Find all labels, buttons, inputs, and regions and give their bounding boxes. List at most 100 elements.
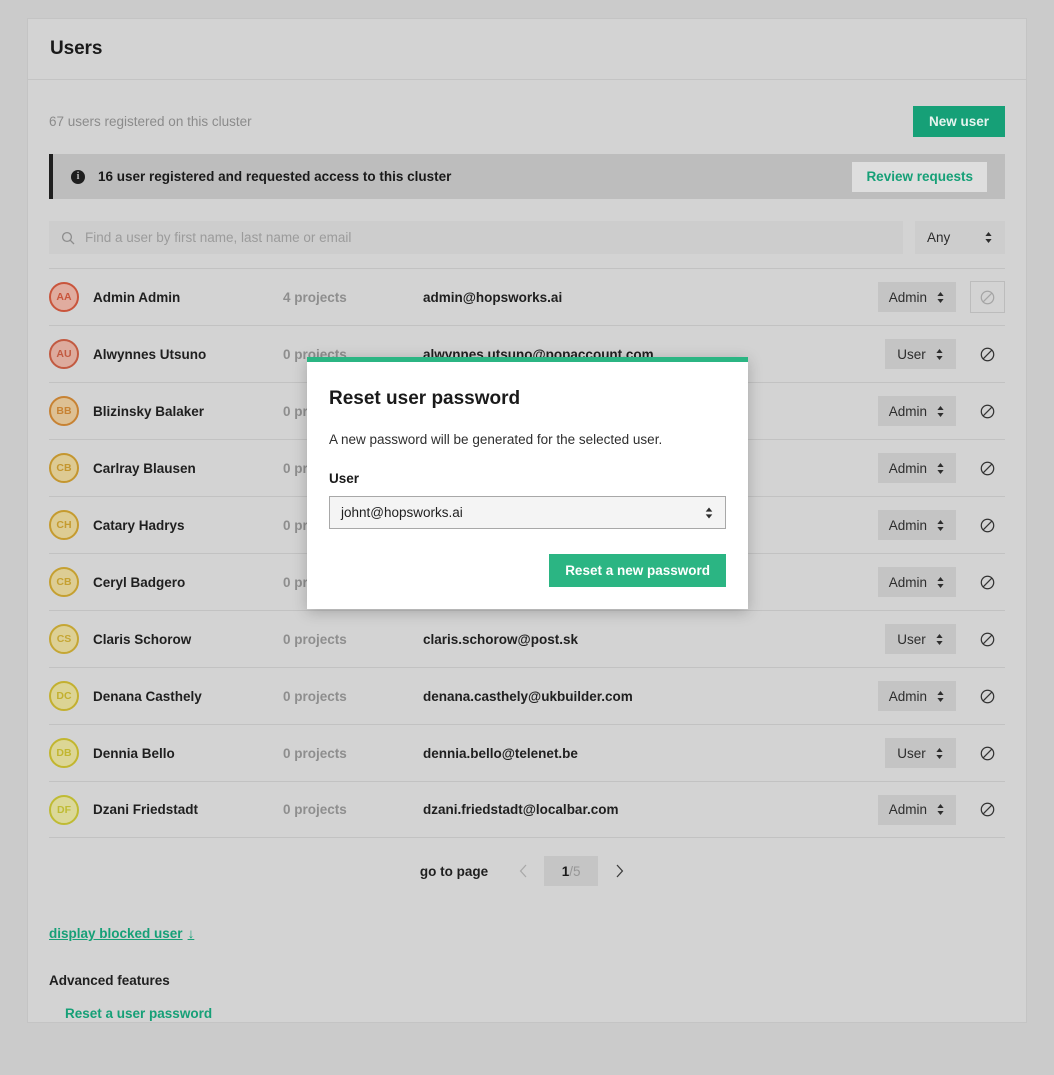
reset-password-modal: Reset user password A new password will … xyxy=(307,357,748,609)
new-user-button[interactable]: New user xyxy=(913,106,1005,137)
access-requests-banner: i 16 user registered and requested acces… xyxy=(49,154,1005,199)
avatar: AA xyxy=(49,282,79,312)
search-icon xyxy=(61,231,75,245)
role-filter-select[interactable]: Any xyxy=(915,221,1005,254)
block-user-button[interactable] xyxy=(970,281,1005,313)
modal-actions: Reset a new password xyxy=(329,554,726,587)
user-projects-count: 0 projects xyxy=(283,632,423,647)
stepper-icon xyxy=(935,348,944,361)
table-row: DBDennia Bello0 projectsdennia.bello@tel… xyxy=(49,724,1005,781)
user-projects-count: 0 projects xyxy=(283,802,423,817)
user-role-select[interactable]: Admin xyxy=(878,282,956,312)
stepper-icon xyxy=(936,576,945,589)
avatar-initials: CH xyxy=(56,519,71,531)
user-name: Claris Schorow xyxy=(93,632,283,647)
footer-section: display blocked user ↓ Advanced features… xyxy=(49,904,1005,1023)
user-role-select[interactable]: User xyxy=(885,624,956,654)
user-projects-count: 0 projects xyxy=(283,689,423,704)
avatar: CB xyxy=(49,567,79,597)
block-user-button[interactable] xyxy=(970,452,1005,484)
stepper-icon xyxy=(936,405,945,418)
user-name: Admin Admin xyxy=(93,290,283,305)
next-page-button[interactable] xyxy=(604,857,634,885)
block-user-button[interactable] xyxy=(970,566,1005,598)
advanced-features-heading: Advanced features xyxy=(49,973,1005,988)
goto-page-label: go to page xyxy=(420,864,488,879)
modal-title: Reset user password xyxy=(329,388,726,410)
stepper-icon xyxy=(935,747,944,760)
table-row: DCDenana Casthely0 projectsdenana.casthe… xyxy=(49,667,1005,724)
user-role-value: Admin xyxy=(889,290,927,305)
stepper-icon xyxy=(936,291,945,304)
table-row: DFDzani Friedstadt0 projectsdzani.frieds… xyxy=(49,781,1005,838)
reset-new-password-button[interactable]: Reset a new password xyxy=(549,554,726,587)
user-role-select[interactable]: Admin xyxy=(878,510,956,540)
modal-description: A new password will be generated for the… xyxy=(329,432,726,447)
user-role-select[interactable]: Admin xyxy=(878,396,956,426)
stepper-icon xyxy=(984,231,993,244)
search-input[interactable] xyxy=(85,230,891,245)
chevron-right-icon xyxy=(615,864,624,878)
block-icon xyxy=(980,347,995,362)
pagination: go to page 1 /5 xyxy=(49,838,1005,904)
avatar: CB xyxy=(49,453,79,483)
user-select[interactable]: johnt@hopsworks.ai xyxy=(329,496,726,529)
user-email: admin@hopsworks.ai xyxy=(423,290,878,305)
stepper-icon xyxy=(936,803,945,816)
user-projects-count: 0 projects xyxy=(283,746,423,761)
search-box[interactable] xyxy=(49,221,903,254)
block-user-button[interactable] xyxy=(970,509,1005,541)
avatar-initials: AA xyxy=(56,291,71,303)
user-email: dzani.friedstadt@localbar.com xyxy=(423,802,878,817)
avatar-initials: CS xyxy=(57,633,72,645)
user-role-select[interactable]: Admin xyxy=(878,681,956,711)
review-requests-button[interactable]: Review requests xyxy=(852,162,987,192)
block-icon xyxy=(980,290,995,305)
block-user-button[interactable] xyxy=(970,623,1005,655)
block-user-button[interactable] xyxy=(970,680,1005,712)
stepper-icon xyxy=(704,506,714,520)
chevron-left-icon xyxy=(519,864,528,878)
user-name: Dennia Bello xyxy=(93,746,283,761)
block-icon xyxy=(980,632,995,647)
avatar: AU xyxy=(49,339,79,369)
avatar: CS xyxy=(49,624,79,654)
display-blocked-user-link[interactable]: display blocked user ↓ xyxy=(49,926,194,941)
user-name: Blizinsky Balaker xyxy=(93,404,283,419)
reset-user-password-link[interactable]: Reset a user password xyxy=(65,1006,212,1021)
user-role-value: Admin xyxy=(889,802,927,817)
avatar-initials: CB xyxy=(56,576,71,588)
block-icon xyxy=(980,461,995,476)
block-icon xyxy=(980,746,995,761)
users-count-label: 67 users registered on this cluster xyxy=(49,114,252,129)
user-role-select[interactable]: Admin xyxy=(878,795,956,825)
block-icon xyxy=(980,575,995,590)
user-role-select[interactable]: User xyxy=(885,339,956,369)
user-email: dennia.bello@telenet.be xyxy=(423,746,885,761)
search-row: Any xyxy=(49,221,1005,254)
avatar-initials: DF xyxy=(57,804,71,816)
prev-page-button[interactable] xyxy=(508,857,538,885)
banner-message: 16 user registered and requested access … xyxy=(98,169,451,184)
block-user-button[interactable] xyxy=(970,794,1005,826)
user-role-value: Admin xyxy=(889,404,927,419)
avatar-initials: AU xyxy=(56,348,71,360)
user-role-value: User xyxy=(897,632,926,647)
subtitle-row: 67 users registered on this cluster New … xyxy=(49,80,1005,154)
current-page-box[interactable]: 1 /5 xyxy=(544,856,598,886)
user-role-select[interactable]: User xyxy=(885,738,956,768)
user-role-select[interactable]: Admin xyxy=(878,567,956,597)
avatar: DC xyxy=(49,681,79,711)
user-projects-count: 4 projects xyxy=(283,290,423,305)
avatar: BB xyxy=(49,396,79,426)
block-user-button[interactable] xyxy=(970,338,1005,370)
block-icon xyxy=(980,404,995,419)
block-icon xyxy=(980,689,995,704)
user-role-select[interactable]: Admin xyxy=(878,453,956,483)
block-user-button[interactable] xyxy=(970,737,1005,769)
block-user-button[interactable] xyxy=(970,395,1005,427)
user-role-value: Admin xyxy=(889,689,927,704)
stepper-icon xyxy=(936,519,945,532)
display-blocked-user-label: display blocked user xyxy=(49,926,183,941)
user-name: Ceryl Badgero xyxy=(93,575,283,590)
